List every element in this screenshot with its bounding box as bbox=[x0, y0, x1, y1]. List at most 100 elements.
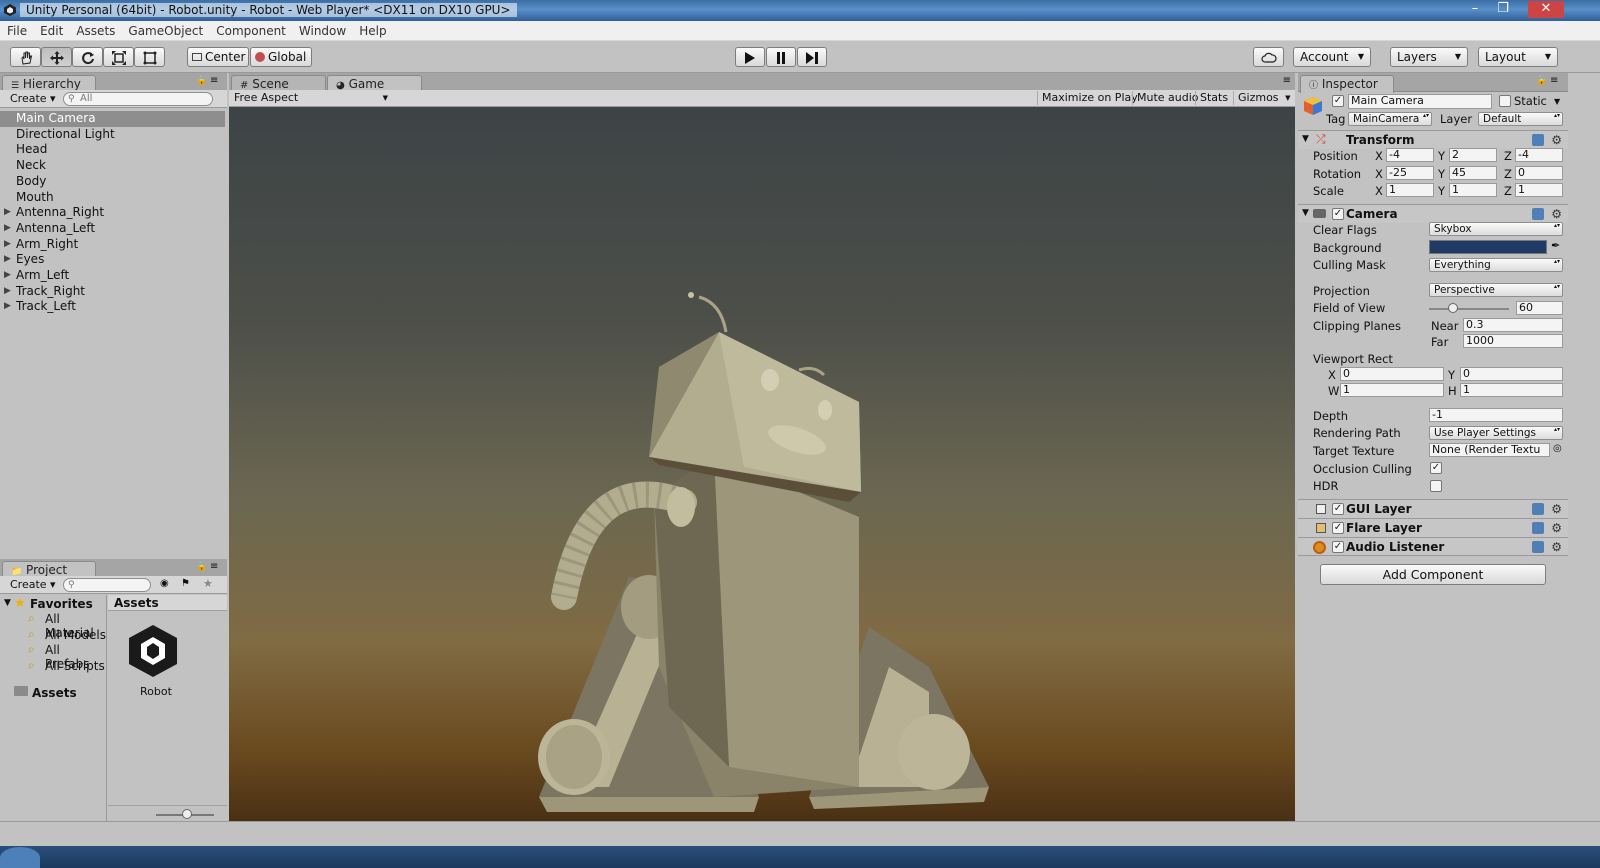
menu-gameobject[interactable]: GameObject bbox=[121, 21, 209, 38]
hierarchy-item[interactable]: Body bbox=[0, 174, 225, 190]
gear-icon[interactable]: ⚙ bbox=[1551, 133, 1562, 147]
hierarchy-item[interactable]: ▶ Track_Right bbox=[0, 284, 225, 300]
robot-asset-item[interactable] bbox=[125, 623, 181, 679]
static-checkbox[interactable] bbox=[1499, 95, 1511, 107]
expand-arrow-icon[interactable]: ▶ bbox=[4, 221, 11, 236]
camera-component-header[interactable]: ▼ ✓ Camera ⚙ bbox=[1298, 204, 1568, 223]
favorite-item[interactable]: All Models bbox=[45, 628, 106, 642]
help-icon[interactable] bbox=[1532, 522, 1544, 534]
hierarchy-item[interactable]: ▶ Antenna_Right bbox=[0, 205, 225, 221]
culling-mask-dropdown[interactable]: Everything bbox=[1429, 258, 1563, 272]
scale-y-input[interactable]: 1 bbox=[1449, 183, 1497, 197]
gizmos-dropdown[interactable]: Gizmos ▼ bbox=[1233, 91, 1293, 105]
filter-type-icon[interactable]: ◉ bbox=[160, 578, 169, 589]
gui-layer-component-header[interactable]: ✓ GUI Layer ⚙ bbox=[1298, 499, 1568, 518]
expand-arrow-icon[interactable]: ▼ bbox=[4, 598, 11, 608]
expand-arrow-icon[interactable]: ▶ bbox=[4, 205, 11, 220]
menu-edit[interactable]: Edit bbox=[33, 21, 69, 38]
viewport-y-input[interactable]: 0 bbox=[1460, 367, 1563, 381]
flare-layer-checkbox[interactable]: ✓ bbox=[1332, 522, 1344, 534]
panel-menu-icon[interactable]: ≡ bbox=[210, 561, 218, 572]
game-viewport[interactable] bbox=[229, 107, 1295, 821]
rotation-x-input[interactable]: -25 bbox=[1386, 166, 1434, 180]
gear-icon[interactable]: ⚙ bbox=[1551, 540, 1562, 554]
help-icon[interactable] bbox=[1532, 208, 1544, 220]
menu-window[interactable]: Window bbox=[292, 21, 352, 38]
depth-input[interactable]: -1 bbox=[1429, 408, 1563, 422]
pivot-center-button[interactable]: Center bbox=[187, 47, 249, 67]
clear-flags-dropdown[interactable]: Skybox bbox=[1429, 222, 1563, 236]
rotate-tool-button[interactable] bbox=[72, 47, 103, 67]
step-button[interactable] bbox=[797, 47, 827, 67]
favorites-label[interactable]: Favorites bbox=[30, 597, 93, 611]
panel-menu-icon[interactable]: ≡ bbox=[210, 75, 218, 86]
hierarchy-item[interactable]: Main Camera bbox=[0, 111, 225, 127]
layers-dropdown[interactable]: Layers ▼ bbox=[1390, 47, 1468, 67]
expand-arrow-icon[interactable]: ▶ bbox=[4, 237, 11, 252]
hierarchy-item[interactable]: Neck bbox=[0, 158, 225, 174]
stats-toggle[interactable]: Stats bbox=[1195, 91, 1232, 105]
project-create-button[interactable]: Create ▾ bbox=[6, 578, 60, 592]
gear-icon[interactable]: ⚙ bbox=[1551, 502, 1562, 516]
rendering-path-dropdown[interactable]: Use Player Settings bbox=[1429, 426, 1563, 440]
layer-dropdown[interactable]: Default bbox=[1478, 112, 1563, 126]
fov-slider-track[interactable] bbox=[1429, 303, 1509, 313]
hierarchy-item[interactable]: Directional Light bbox=[0, 127, 225, 143]
pivot-global-button[interactable]: Global bbox=[250, 47, 312, 67]
viewport-w-input[interactable]: 1 bbox=[1340, 383, 1444, 397]
maximize-on-play-toggle[interactable]: Maximize on Play bbox=[1037, 91, 1142, 105]
rect-tool-button[interactable] bbox=[134, 47, 165, 67]
hierarchy-create-button[interactable]: Create ▾ bbox=[6, 92, 60, 106]
foldout-arrow-icon[interactable]: ▼ bbox=[1302, 134, 1309, 144]
favorite-star-icon[interactable]: ★ bbox=[203, 577, 213, 590]
favorite-item[interactable]: All Scripts bbox=[45, 659, 105, 673]
add-component-button[interactable]: Add Component bbox=[1320, 564, 1546, 585]
account-dropdown[interactable]: Account ▼ bbox=[1293, 47, 1371, 67]
position-z-input[interactable]: -4 bbox=[1515, 148, 1563, 162]
mute-audio-toggle[interactable]: Mute audio bbox=[1132, 91, 1203, 105]
help-icon[interactable] bbox=[1532, 134, 1544, 146]
hierarchy-item[interactable]: Head bbox=[0, 142, 225, 158]
eyedropper-icon[interactable]: ✒ bbox=[1551, 239, 1560, 252]
transform-component-header[interactable]: ▼ ⤮ Transform ⚙ bbox=[1298, 130, 1568, 149]
maximize-icon[interactable]: ❐ bbox=[1490, 1, 1516, 18]
viewport-h-input[interactable]: 1 bbox=[1460, 383, 1563, 397]
object-picker-icon[interactable]: ◎ bbox=[1553, 443, 1562, 454]
camera-enabled-checkbox[interactable]: ✓ bbox=[1332, 208, 1344, 220]
minimize-icon[interactable]: – bbox=[1462, 1, 1488, 18]
pause-button[interactable] bbox=[766, 47, 796, 67]
expand-arrow-icon[interactable]: ▶ bbox=[4, 299, 11, 314]
gui-layer-checkbox[interactable]: ✓ bbox=[1332, 503, 1344, 515]
start-button[interactable] bbox=[0, 847, 40, 868]
zoom-slider-thumb[interactable] bbox=[182, 809, 192, 819]
flare-layer-component-header[interactable]: ✓ Flare Layer ⚙ bbox=[1298, 518, 1568, 537]
help-icon[interactable] bbox=[1532, 503, 1544, 515]
menu-component[interactable]: Component bbox=[209, 21, 292, 38]
foldout-arrow-icon[interactable]: ▼ bbox=[1302, 208, 1309, 218]
cloud-button[interactable] bbox=[1253, 47, 1284, 67]
scale-z-input[interactable]: 1 bbox=[1515, 183, 1563, 197]
layout-dropdown[interactable]: Layout ▼ bbox=[1478, 47, 1558, 67]
projection-dropdown[interactable]: Perspective bbox=[1429, 283, 1563, 297]
gameobject-active-checkbox[interactable]: ✓ bbox=[1332, 95, 1344, 107]
expand-arrow-icon[interactable]: ▶ bbox=[4, 284, 11, 299]
scale-x-input[interactable]: 1 bbox=[1386, 183, 1434, 197]
lock-icon[interactable]: 🔒 bbox=[196, 76, 207, 86]
menu-assets[interactable]: Assets bbox=[69, 21, 121, 38]
position-y-input[interactable]: 2 bbox=[1449, 148, 1497, 162]
target-texture-field[interactable]: None (Render Textu bbox=[1429, 443, 1550, 457]
rotation-y-input[interactable]: 45 bbox=[1449, 166, 1497, 180]
gear-icon[interactable]: ⚙ bbox=[1551, 207, 1562, 221]
hdr-checkbox[interactable] bbox=[1430, 480, 1442, 492]
filter-label-icon[interactable]: ⚑ bbox=[181, 578, 190, 589]
hand-tool-button[interactable] bbox=[10, 47, 41, 67]
panel-menu-icon[interactable]: ≡ bbox=[1550, 75, 1558, 86]
project-search-input[interactable]: ⚲ bbox=[63, 578, 151, 592]
assets-folder[interactable]: Assets bbox=[32, 686, 77, 700]
fov-input[interactable]: 60 bbox=[1516, 301, 1563, 315]
audio-listener-component-header[interactable]: ✓ Audio Listener ⚙ bbox=[1298, 537, 1568, 556]
near-input[interactable]: 0.3 bbox=[1463, 318, 1563, 332]
tab-inspector[interactable]: ⓘ Inspector bbox=[1300, 75, 1394, 93]
gameobject-name-input[interactable]: Main Camera bbox=[1348, 94, 1492, 109]
rotation-z-input[interactable]: 0 bbox=[1515, 166, 1563, 180]
